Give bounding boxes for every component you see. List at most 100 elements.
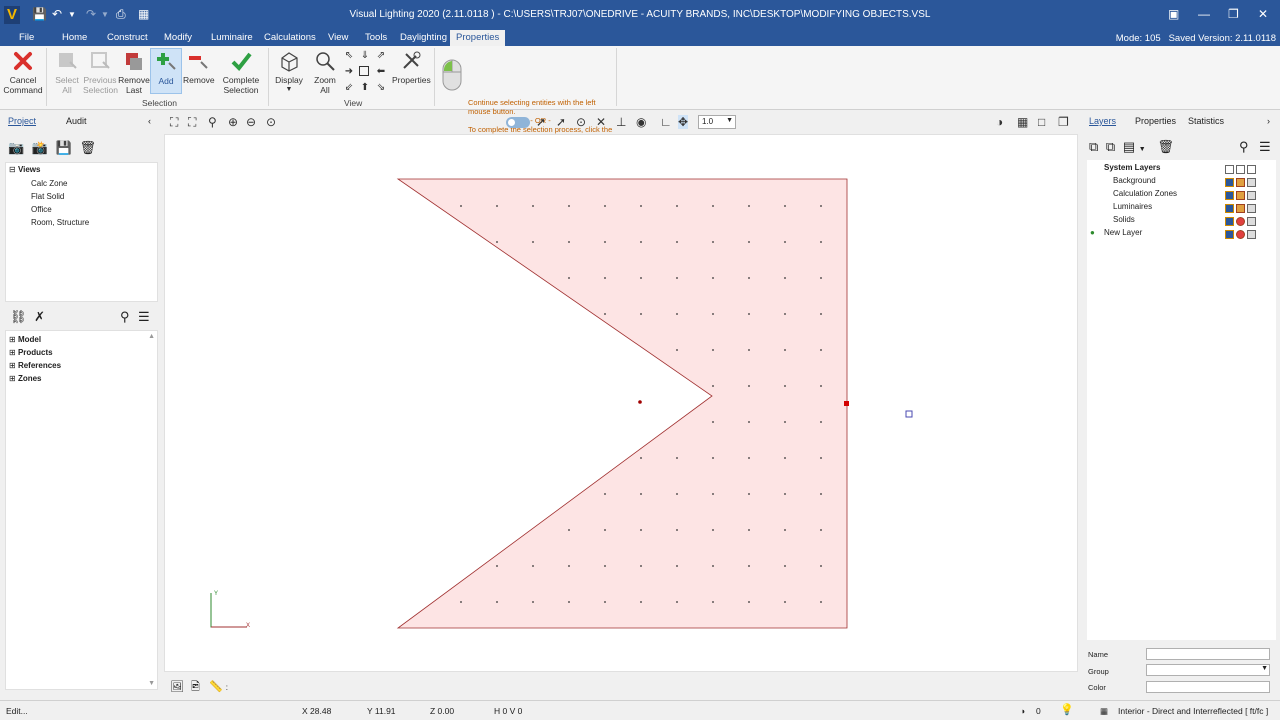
scroll-down-icon[interactable]: ▼: [148, 680, 155, 687]
render-shaded-icon[interactable]: ◑: [996, 115, 1003, 129]
scroll-up-icon[interactable]: ▲: [148, 333, 155, 340]
layer-item[interactable]: Calculation Zones: [1113, 189, 1177, 198]
tree-item-model[interactable]: ⊞ Model: [9, 335, 41, 344]
layer-view-icon[interactable]: ❐: [1058, 115, 1069, 129]
layer-edit-icon[interactable]: [1236, 191, 1245, 201]
select-all-button[interactable]: Select All: [52, 50, 82, 95]
ruler-dropdown-icon[interactable]: :: [226, 683, 228, 692]
ortho-icon[interactable]: ∟: [660, 115, 672, 129]
add-button[interactable]: Add: [150, 48, 182, 94]
print-preview-icon[interactable]: 🖼: [170, 681, 184, 693]
wireframe-view-icon[interactable]: □: [1038, 115, 1045, 129]
layer-stack-icon[interactable]: ⧉: [1106, 139, 1115, 154]
view-item[interactable]: Flat Solid: [31, 192, 64, 201]
layer-edit-icon[interactable]: [1236, 217, 1245, 227]
properties-button[interactable]: Properties: [392, 50, 431, 85]
help-icon[interactable]: ▣: [1168, 7, 1179, 21]
layer-edit-icon[interactable]: [1236, 178, 1245, 188]
zoom-all-button[interactable]: Zoom All: [310, 50, 340, 95]
snap-value-select[interactable]: 1.0 ▼: [698, 115, 736, 129]
layer-item-new[interactable]: New Layer: [1104, 228, 1142, 237]
tab-properties[interactable]: Properties: [1135, 116, 1176, 126]
pan-up-left-icon[interactable]: ⇖: [343, 50, 355, 62]
layer-color-icon[interactable]: [1225, 178, 1234, 188]
restore-icon[interactable]: ❐: [1228, 7, 1239, 21]
layer-edit-icon[interactable]: [1236, 230, 1245, 240]
menu-view[interactable]: View: [328, 32, 348, 43]
menu-tools[interactable]: Tools: [365, 32, 387, 43]
layer-visible-icon[interactable]: [1247, 204, 1256, 214]
layer-name-field[interactable]: [1146, 648, 1270, 660]
pan-up-right-icon[interactable]: ⇗: [375, 50, 387, 62]
snap-perpendicular-icon[interactable]: ⊥: [616, 115, 626, 129]
clear-search-icon[interactable]: ✗: [34, 309, 45, 324]
remove-last-button[interactable]: Remove Last: [118, 50, 150, 95]
ruler-icon[interactable]: 📏: [209, 681, 223, 693]
menu-home[interactable]: Home: [62, 32, 87, 43]
menu-daylighting[interactable]: Daylighting: [400, 32, 447, 43]
tab-audit[interactable]: Audit: [66, 116, 87, 126]
tab-project[interactable]: Project: [8, 116, 36, 126]
expand-right-icon[interactable]: ›: [1267, 116, 1270, 126]
pan-down-right-icon[interactable]: ⇘: [375, 82, 387, 94]
tree-item-products[interactable]: ⊞ Products: [9, 348, 53, 357]
layer-item[interactable]: Solids: [1113, 215, 1135, 224]
selected-solid-shape[interactable]: [396, 178, 848, 629]
zoom-previous-icon[interactable]: ⊙: [266, 115, 276, 129]
zoom-extents-icon[interactable]: ⛶: [170, 115, 178, 130]
snap-nearest-icon[interactable]: ◉: [636, 115, 646, 129]
layer-list-icon[interactable]: ▤: [1123, 139, 1135, 154]
zoom-in-icon[interactable]: ⊕: [228, 115, 238, 129]
new-view-icon[interactable]: 📷: [8, 140, 24, 155]
tab-statistics[interactable]: Statistics: [1188, 116, 1224, 126]
tree-item-zones[interactable]: ⊞ Zones: [9, 374, 42, 383]
menu-construct[interactable]: Construct: [107, 32, 148, 43]
complete-selection-button[interactable]: Complete Selection: [220, 50, 262, 95]
pan-center-icon[interactable]: [359, 66, 369, 76]
pan-left-icon[interactable]: ⬅: [375, 66, 387, 78]
layer-group-system[interactable]: System Layers: [1104, 163, 1160, 172]
layer-item[interactable]: Luminaires: [1113, 202, 1152, 211]
zoom-selection-icon[interactable]: ⚲: [208, 115, 217, 129]
snap-center-icon[interactable]: ⊙: [576, 115, 586, 129]
layer-color-icon[interactable]: [1225, 165, 1234, 175]
camera-settings-icon[interactable]: 📸: [32, 140, 48, 155]
layer-visible-icon[interactable]: [1247, 178, 1256, 188]
menu-luminaire[interactable]: Luminaire: [211, 32, 253, 43]
menu-file[interactable]: File: [19, 32, 34, 43]
zoom-out-icon[interactable]: ⊖: [246, 115, 256, 129]
display-button[interactable]: Display ▼: [272, 50, 306, 95]
binoculars-icon[interactable]: ⛓: [10, 309, 27, 324]
menu-calculations[interactable]: Calculations: [264, 32, 316, 43]
layer-visible-icon[interactable]: [1247, 165, 1256, 175]
layer-add-icon[interactable]: ⧉: [1089, 139, 1098, 154]
view-item[interactable]: Office: [31, 205, 52, 214]
layer-color-field[interactable]: [1146, 681, 1270, 693]
close-icon[interactable]: ✕: [1258, 7, 1268, 21]
tab-layers[interactable]: Layers: [1089, 116, 1116, 126]
delete-view-icon[interactable]: 🗑: [79, 140, 96, 155]
list-options-icon[interactable]: ☰: [138, 309, 150, 325]
drawing-canvas[interactable]: Y X: [164, 134, 1078, 672]
pan-down-left-icon[interactable]: ⇙: [343, 82, 355, 94]
layer-color-icon[interactable]: [1225, 191, 1234, 201]
lightbulb-icon[interactable]: 💡: [1060, 703, 1074, 716]
grid-snap-icon[interactable]: ✥: [678, 115, 689, 129]
layer-color-icon[interactable]: [1225, 217, 1234, 227]
layer-options-icon[interactable]: ☰: [1259, 139, 1271, 155]
layer-delete-icon[interactable]: 🗑: [1157, 139, 1174, 154]
snap-midpoint-icon[interactable]: ➚: [556, 115, 566, 129]
collapse-left-icon[interactable]: ‹: [148, 116, 151, 126]
layer-list-dropdown-icon[interactable]: ▼: [1139, 146, 1146, 153]
cancel-command-button[interactable]: Cancel Command: [3, 50, 43, 95]
layer-filter-icon[interactable]: ⚲: [1239, 139, 1249, 155]
layer-group-select[interactable]: ▼: [1146, 664, 1270, 676]
view-item[interactable]: Calc Zone: [31, 179, 67, 188]
snap-intersection-icon[interactable]: ✕: [596, 115, 606, 129]
tree-item-references[interactable]: ⊞ References: [9, 361, 61, 370]
insert-image-icon[interactable]: 🖻: [191, 681, 200, 693]
menu-properties[interactable]: Properties: [450, 30, 506, 46]
grid-view-icon[interactable]: ▦: [1017, 115, 1028, 129]
layer-item[interactable]: Background: [1113, 176, 1156, 185]
layer-visible-icon[interactable]: [1247, 217, 1256, 227]
